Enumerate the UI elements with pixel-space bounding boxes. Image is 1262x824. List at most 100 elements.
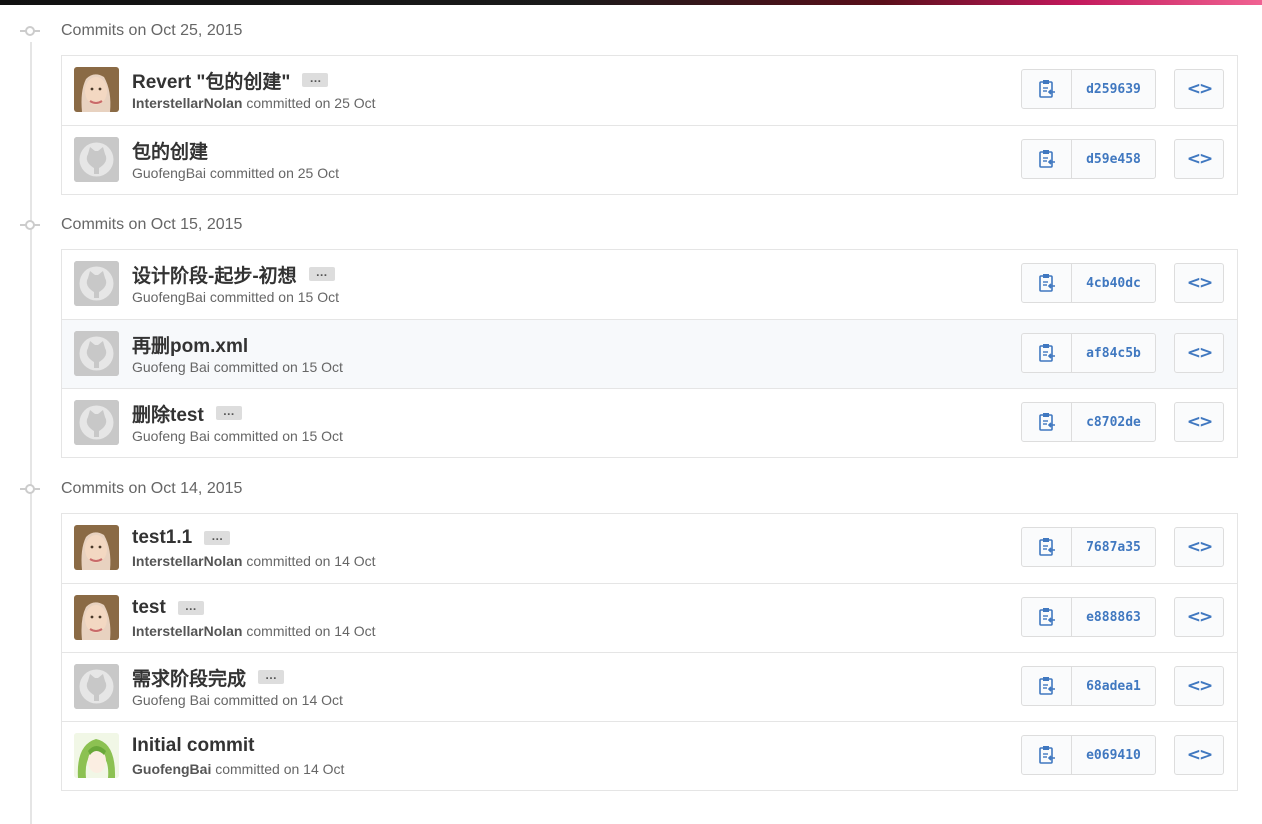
expand-description-button[interactable]: … (215, 405, 242, 420)
commit-message-link[interactable]: 再删pom.xml (132, 331, 248, 358)
commit-sha-link[interactable]: 7687a35 (1072, 528, 1155, 566)
clipboard-icon (1038, 79, 1056, 99)
copy-sha-button[interactable] (1022, 264, 1072, 302)
commit-meta: GuofengBai committed on 14 Oct (132, 761, 344, 777)
browse-code-button[interactable]: <> (1174, 69, 1224, 109)
browse-code-button[interactable]: <> (1174, 666, 1224, 706)
timeline-line (30, 42, 32, 824)
code-icon: <> (1186, 149, 1213, 169)
commit-meta: InterstellarNolan committed on 14 Oct (132, 553, 376, 569)
author-avatar[interactable] (74, 261, 119, 306)
commit-sha-link[interactable]: 4cb40dc (1072, 264, 1155, 302)
author-link[interactable]: Guofeng Bai (132, 692, 210, 708)
commit-message-link[interactable]: test (132, 597, 166, 619)
code-icon: <> (1186, 343, 1213, 363)
author-link[interactable]: InterstellarNolan (132, 553, 242, 569)
commit-message-link[interactable]: 包的创建 (132, 137, 208, 164)
commit-sha-link[interactable]: e069410 (1072, 736, 1155, 774)
author-avatar[interactable] (74, 733, 119, 778)
author-link[interactable]: GuofengBai (132, 761, 211, 777)
author-link[interactable]: Guofeng Bai (132, 359, 210, 375)
clipboard-icon (1038, 745, 1056, 765)
commit-date-text: committed on 14 Oct (242, 623, 376, 639)
commit-group-header: Commits on Oct 15, 2015 (20, 214, 242, 236)
code-icon: <> (1186, 79, 1213, 99)
author-avatar[interactable] (74, 400, 119, 445)
commit-date-text: committed on 14 Oct (209, 692, 343, 708)
author-avatar[interactable] (74, 137, 119, 182)
author-avatar[interactable] (74, 664, 119, 709)
clipboard-icon (1038, 343, 1056, 363)
commit-group-title: Commits on Oct 15, 2015 (61, 216, 243, 233)
sha-button-group: 7687a35 (1021, 527, 1156, 567)
commit-message-link[interactable]: 删除test (132, 400, 204, 427)
commit-message-link[interactable]: Revert "包的创建" (132, 67, 290, 94)
copy-sha-button[interactable] (1022, 598, 1072, 636)
expand-description-button[interactable]: … (177, 600, 204, 615)
commit-message-link[interactable]: 需求阶段完成 (132, 664, 246, 691)
author-avatar[interactable] (74, 595, 119, 640)
copy-sha-button[interactable] (1022, 667, 1072, 705)
commit-date-text: committed on 14 Oct (242, 553, 376, 569)
commit-row: 需求阶段完成 … Guofeng Bai committed on 14 Oct 68… (62, 652, 1237, 721)
author-link[interactable]: GuofengBai (132, 165, 206, 181)
commit-date-text: committed on 25 Oct (205, 165, 340, 181)
browse-code-button[interactable]: <> (1174, 139, 1224, 179)
author-link[interactable]: Guofeng Bai (132, 428, 210, 444)
commit-row: 包的创建 GuofengBai committed on 25 Oct d59e45… (62, 125, 1237, 194)
commit-message-link[interactable]: test1.1 (132, 527, 192, 549)
commit-message-link[interactable]: 设计阶段-起步-初想 (132, 261, 297, 288)
commit-sha-link[interactable]: d59e458 (1072, 140, 1155, 178)
commit-sha-link[interactable]: af84c5b (1072, 334, 1155, 372)
expand-description-button[interactable]: … (204, 530, 231, 545)
top-accent-bar (0, 0, 1262, 5)
code-icon: <> (1186, 273, 1213, 293)
author-avatar[interactable] (74, 331, 119, 376)
copy-sha-button[interactable] (1022, 140, 1072, 178)
commit-node-icon (20, 21, 40, 41)
author-avatar[interactable] (74, 67, 119, 112)
author-avatar[interactable] (74, 525, 119, 570)
commit-meta: Guofeng Bai committed on 14 Oct (132, 692, 343, 708)
sha-button-group: 68adea1 (1021, 666, 1156, 706)
commit-row: Revert "包的创建" … InterstellarNolan committe… (62, 56, 1237, 125)
commit-meta: GuofengBai committed on 15 Oct (132, 289, 339, 305)
copy-sha-button[interactable] (1022, 70, 1072, 108)
author-link[interactable]: GuofengBai (132, 289, 206, 305)
copy-sha-button[interactable] (1022, 403, 1072, 441)
commit-meta: GuofengBai committed on 25 Oct (132, 165, 339, 181)
browse-code-button[interactable]: <> (1174, 333, 1224, 373)
commit-row: test … InterstellarNolan committed on 14 O… (62, 583, 1237, 652)
author-link[interactable]: InterstellarNolan (132, 95, 242, 111)
commit-date-text: committed on 14 Oct (211, 761, 345, 777)
browse-code-button[interactable]: <> (1174, 597, 1224, 637)
sha-button-group: 4cb40dc (1021, 263, 1156, 303)
browse-code-button[interactable]: <> (1174, 527, 1224, 567)
code-icon: <> (1186, 412, 1213, 432)
code-icon: <> (1186, 745, 1213, 765)
copy-sha-button[interactable] (1022, 334, 1072, 372)
browse-code-button[interactable]: <> (1174, 263, 1224, 303)
commit-date-text: committed on 25 Oct (242, 95, 376, 111)
expand-description-button[interactable]: … (258, 669, 285, 684)
sha-button-group: d259639 (1021, 69, 1156, 109)
commit-message-link[interactable]: Initial commit (132, 735, 254, 757)
browse-code-button[interactable]: <> (1174, 402, 1224, 442)
author-link[interactable]: InterstellarNolan (132, 623, 242, 639)
clipboard-icon (1038, 412, 1056, 432)
commit-sha-link[interactable]: 68adea1 (1072, 667, 1155, 705)
expand-description-button[interactable]: … (308, 266, 335, 281)
sha-button-group: d59e458 (1021, 139, 1156, 179)
expand-description-button[interactable]: … (302, 72, 329, 87)
code-icon: <> (1186, 537, 1213, 557)
commit-sha-link[interactable]: d259639 (1072, 70, 1155, 108)
commit-meta: Guofeng Bai committed on 15 Oct (132, 428, 343, 444)
commit-date-text: committed on 15 Oct (205, 289, 340, 305)
browse-code-button[interactable]: <> (1174, 735, 1224, 775)
commit-sha-link[interactable]: e888863 (1072, 598, 1155, 636)
code-icon: <> (1186, 676, 1213, 696)
commit-sha-link[interactable]: c8702de (1072, 403, 1155, 441)
copy-sha-button[interactable] (1022, 528, 1072, 566)
copy-sha-button[interactable] (1022, 736, 1072, 774)
commit-group-title: Commits on Oct 14, 2015 (61, 480, 243, 497)
